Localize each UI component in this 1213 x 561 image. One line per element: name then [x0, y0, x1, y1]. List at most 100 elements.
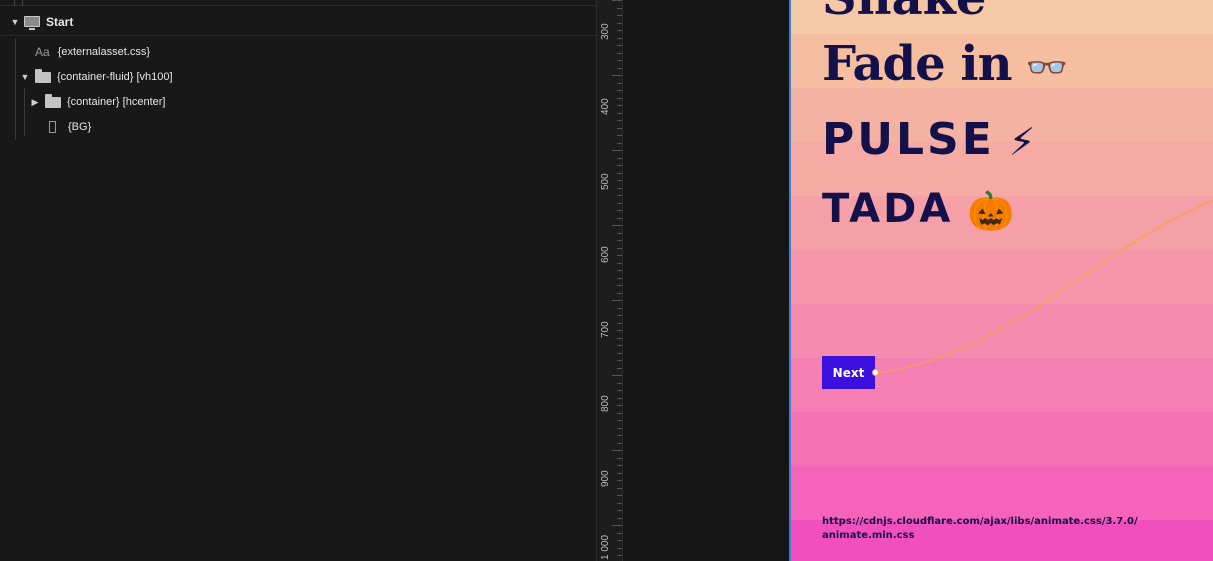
collapse-triangle-icon[interactable]: ▶	[30, 97, 40, 108]
ruler-label: 800	[600, 395, 611, 412]
ruler-tick	[617, 15, 622, 16]
ruler-tick	[617, 158, 622, 159]
ruler-tick	[617, 285, 622, 286]
ruler-tick	[617, 345, 622, 346]
layer-label: {externalasset.css}	[57, 46, 151, 58]
ruler-tick	[617, 540, 622, 541]
ruler-label: 1 000	[600, 534, 611, 560]
layer-label: {container} [hcenter]	[67, 96, 166, 108]
text-asset-icon: Aa	[35, 45, 50, 59]
expand-triangle-icon[interactable]: ▼	[10, 17, 20, 27]
ruler-tick	[612, 75, 622, 76]
monitor-icon	[24, 16, 40, 30]
next-button[interactable]: Next	[822, 356, 875, 389]
url-line: animate.min.css	[822, 530, 915, 541]
ruler-tick	[617, 218, 622, 219]
folder-icon	[35, 68, 51, 83]
ruler-tick	[617, 60, 622, 61]
ruler-tick	[617, 23, 622, 24]
ruler-tick	[617, 233, 622, 234]
ruler-tick	[617, 510, 622, 511]
layer-container-fluid[interactable]: ▼ {container-fluid} [vh100]	[20, 65, 173, 89]
layer-start[interactable]: ▼ Start	[0, 8, 597, 36]
ruler-tick	[617, 330, 622, 331]
ruler-tick	[617, 90, 622, 91]
ruler-tick	[617, 398, 622, 399]
layer-label: {container-fluid} [vh100]	[57, 71, 173, 83]
ruler-tick	[617, 270, 622, 271]
external-asset-url: https://cdnjs.cloudflare.com/ajax/libs/a…	[822, 515, 1152, 543]
ruler-tick	[617, 368, 622, 369]
editor-app: ▼ Start Aa {externalasset.css} ▼ {contai…	[0, 0, 1213, 561]
ruler-tick	[612, 0, 622, 1]
ruler-tick	[617, 188, 622, 189]
ruler-tick	[617, 533, 622, 534]
ruler-tick	[617, 98, 622, 99]
ruler-label: 300	[600, 23, 611, 40]
canvas-preview[interactable]: Shake Fade in👓 PULSE⚡ TADA🎃 Next https:/…	[789, 0, 1213, 561]
ruler-tick	[617, 105, 622, 106]
layer-externalasset[interactable]: Aa {externalasset.css}	[35, 40, 150, 64]
ruler-tick	[617, 495, 622, 496]
ruler-tick	[617, 308, 622, 309]
expand-triangle-icon[interactable]: ▼	[20, 72, 30, 82]
ruler-tick	[617, 113, 622, 114]
ruler-tick	[617, 435, 622, 436]
ruler-tick	[612, 225, 622, 226]
ruler-tick	[617, 405, 622, 406]
ruler-tick	[612, 375, 622, 376]
ruler-tick	[617, 428, 622, 429]
ruler-label: 400	[600, 98, 611, 115]
ruler-tick	[617, 413, 622, 414]
ruler-tick	[617, 323, 622, 324]
connector-anchor[interactable]	[872, 369, 879, 376]
ruler-tick	[617, 315, 622, 316]
ruler-tick	[617, 465, 622, 466]
ruler-label: 700	[600, 321, 611, 338]
layers-top-divider	[0, 0, 597, 6]
canvas-gutter	[623, 0, 789, 561]
ruler-label: 500	[600, 173, 611, 190]
vertical-ruler[interactable]: 300 400 500 600 700 800 900 1 000	[597, 0, 623, 561]
ruler-tick	[617, 390, 622, 391]
ruler-tick	[617, 165, 622, 166]
ruler-tick	[617, 30, 622, 31]
ruler-tick	[612, 300, 622, 301]
ruler-tick	[617, 240, 622, 241]
ruler-tick	[617, 135, 622, 136]
ruler-tick	[617, 555, 622, 556]
interaction-connector	[876, 200, 1213, 374]
ruler-tick	[617, 263, 622, 264]
ruler-tick	[617, 45, 622, 46]
ruler-tick	[617, 338, 622, 339]
ruler-tick	[617, 383, 622, 384]
layers-panel: ▼ Start Aa {externalasset.css} ▼ {contai…	[0, 0, 597, 561]
ruler-tick	[617, 68, 622, 69]
layer-container[interactable]: ▶ {container} [hcenter]	[30, 90, 165, 114]
ruler-tick	[617, 83, 622, 84]
ruler-label: 600	[600, 246, 611, 263]
ruler-tick	[617, 203, 622, 204]
ruler-tick	[617, 173, 622, 174]
ruler-tick	[617, 360, 622, 361]
ruler-tick	[617, 420, 622, 421]
ruler-tick	[617, 488, 622, 489]
ruler-tick	[617, 120, 622, 121]
ruler-tick	[617, 473, 622, 474]
layer-label: {BG}	[68, 121, 92, 133]
ruler-tick	[612, 450, 622, 451]
ruler-tick	[617, 143, 622, 144]
ruler-tick	[612, 150, 622, 151]
ruler-tick	[617, 278, 622, 279]
folder-icon	[45, 93, 61, 108]
ruler-tick	[617, 353, 622, 354]
ruler-tick	[617, 53, 622, 54]
layer-bg[interactable]: {BG}	[49, 115, 91, 139]
ruler-tick	[617, 248, 622, 249]
ruler-tick	[617, 480, 622, 481]
url-line: https://cdnjs.cloudflare.com/ajax/libs/a…	[822, 516, 1138, 527]
ruler-tick	[617, 210, 622, 211]
ruler-tick	[617, 255, 622, 256]
tree-guide	[15, 38, 16, 140]
ruler-tick	[617, 195, 622, 196]
